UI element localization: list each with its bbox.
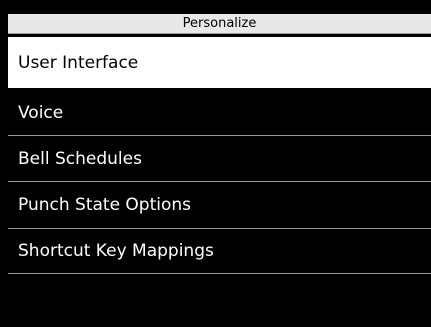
menu-item-punch-state-options[interactable]: Punch State Options <box>8 183 431 227</box>
menu-divider <box>8 181 431 182</box>
menu-item-voice[interactable]: Voice <box>8 92 431 133</box>
menu-divider <box>8 273 431 274</box>
menu-item-user-interface[interactable]: User Interface <box>8 37 431 88</box>
menu-item-label: User Interface <box>18 52 139 73</box>
menu-item-label: Bell Schedules <box>18 148 142 169</box>
menu-item-label: Punch State Options <box>18 195 192 215</box>
menu-item-label: Voice <box>18 102 64 123</box>
page-title: Personalize <box>8 14 431 34</box>
menu-divider <box>8 135 431 136</box>
menu-item-shortcut-key-mappings[interactable]: Shortcut Key Mappings <box>8 229 431 272</box>
personalize-screen: Personalize User Interface Voice Bell Sc… <box>0 0 431 327</box>
menu-item-bell-schedules[interactable]: Bell Schedules <box>8 137 431 180</box>
menu-item-label: Shortcut Key Mappings <box>18 240 214 261</box>
